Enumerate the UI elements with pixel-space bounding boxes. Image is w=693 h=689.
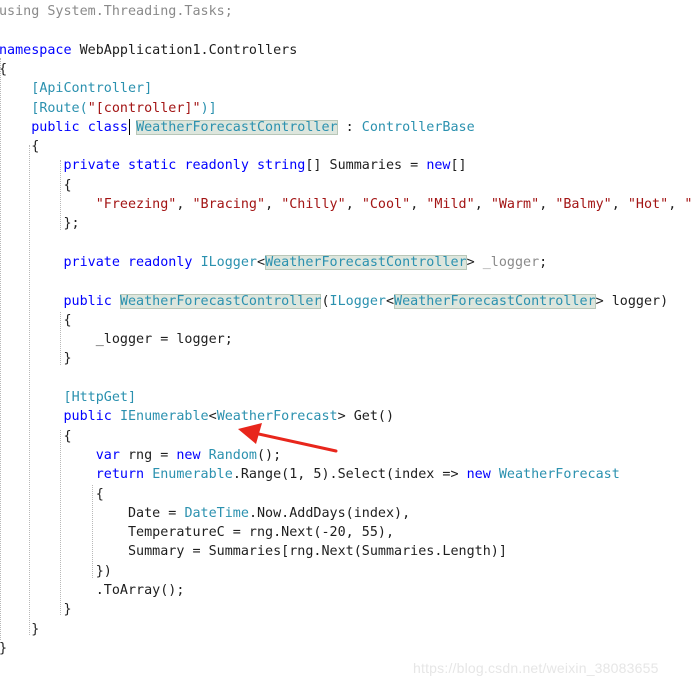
watermark-text: https://blog.csdn.net/weixin_38083655 [413,660,659,676]
red-arrow-annotation [238,423,338,453]
